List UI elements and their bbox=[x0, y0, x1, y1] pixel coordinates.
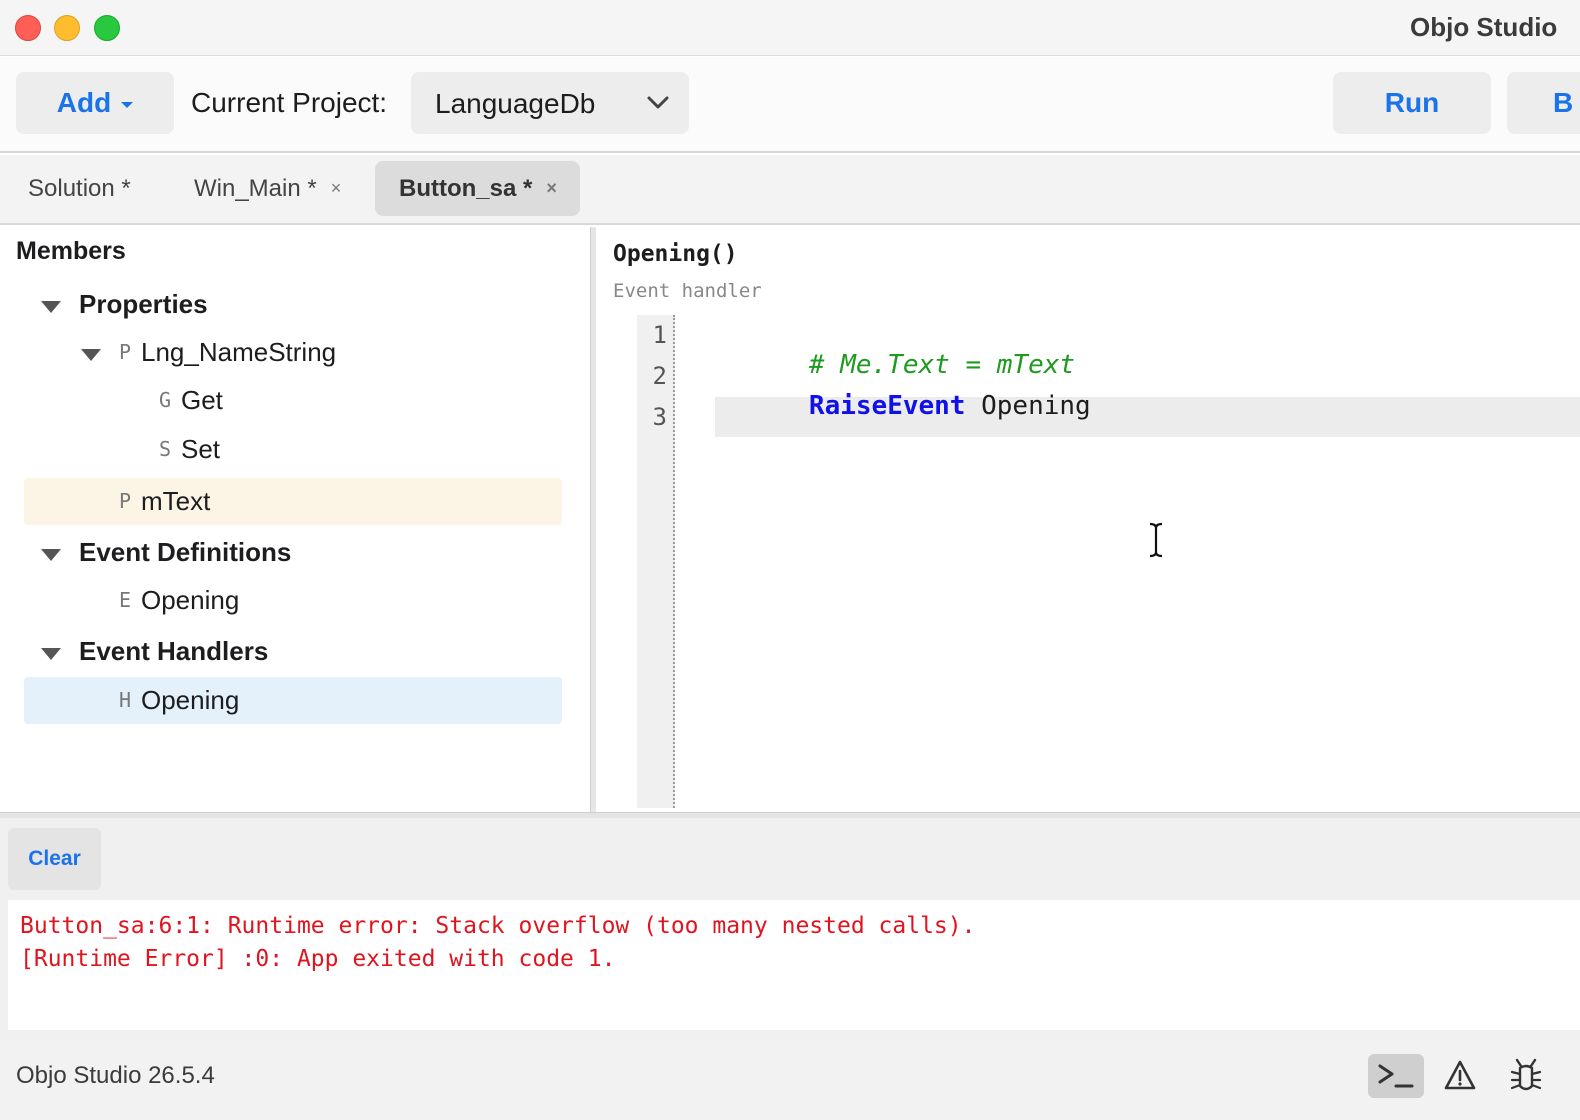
tree-group-label: Properties bbox=[79, 289, 208, 319]
tree-group-label: Event Definitions bbox=[79, 537, 292, 567]
tree-group-event-definitions[interactable]: Event Definitions bbox=[24, 529, 562, 576]
terminal-icon[interactable] bbox=[1368, 1054, 1424, 1098]
bug-icon[interactable] bbox=[1498, 1054, 1554, 1098]
line-number-gutter: 1 2 3 bbox=[637, 315, 675, 808]
tab-win-main[interactable]: Win_Main * × bbox=[194, 161, 341, 216]
tree-item-event-opening[interactable]: E Opening bbox=[24, 577, 562, 624]
line-number: 1 bbox=[652, 321, 667, 349]
title-bar: Objo Studio bbox=[0, 0, 1580, 56]
tree-group-label: Event Handlers bbox=[79, 636, 269, 666]
disclosure-triangle-icon[interactable] bbox=[41, 549, 61, 561]
line-number: 3 bbox=[652, 403, 667, 431]
tree-item-label: Set bbox=[181, 434, 221, 464]
toolbar: Add Current Project: LanguageDb Run B bbox=[0, 57, 1580, 153]
close-tab-icon[interactable]: × bbox=[331, 178, 342, 199]
members-panel: Members Properties P Lng_NameString G Ge… bbox=[0, 227, 590, 812]
status-bar: Objo Studio 26.5.4 bbox=[0, 1040, 1580, 1120]
warning-icon[interactable] bbox=[1432, 1054, 1488, 1098]
method-kind-subtitle: Event handler bbox=[613, 280, 762, 302]
tab-label: Solution * bbox=[28, 174, 131, 202]
setter-kind-icon: S bbox=[159, 437, 172, 461]
tree-item-label: Opening bbox=[141, 585, 240, 615]
chevron-down-icon bbox=[647, 96, 669, 109]
zoom-window-button[interactable] bbox=[94, 15, 120, 41]
tree-item-get[interactable]: G Get bbox=[24, 377, 562, 424]
disclosure-triangle-icon[interactable] bbox=[41, 648, 61, 660]
project-select-value: LanguageDb bbox=[435, 88, 596, 119]
method-signature: Opening() bbox=[613, 241, 738, 267]
tab-button-sa[interactable]: Button_sa * × bbox=[375, 161, 580, 216]
tree-group-properties[interactable]: Properties bbox=[24, 281, 562, 328]
add-button[interactable]: Add bbox=[16, 72, 174, 134]
code-line-2[interactable]: RaiseEvent Opening bbox=[715, 361, 1091, 451]
tab-label: Win_Main * bbox=[194, 174, 317, 202]
app-version: Objo Studio 26.5.4 bbox=[16, 1062, 215, 1089]
property-kind-icon: P bbox=[119, 489, 132, 513]
run-button[interactable]: Run bbox=[1333, 72, 1491, 134]
current-project-label: Current Project: bbox=[191, 87, 388, 118]
disclosure-triangle-icon[interactable] bbox=[81, 349, 101, 361]
event-kind-icon: E bbox=[119, 588, 132, 612]
console-error-line: [Runtime Error] :0: App exited with code… bbox=[20, 946, 616, 972]
code-identifier: Opening bbox=[965, 391, 1091, 421]
app-window: Objo Studio Add Current Project: Languag… bbox=[0, 0, 1580, 1120]
line-number: 2 bbox=[652, 362, 667, 390]
tree-group-event-handlers[interactable]: Event Handlers bbox=[24, 628, 562, 675]
property-kind-icon: P bbox=[119, 340, 132, 364]
tab-label: Button_sa * bbox=[399, 174, 533, 202]
disclosure-triangle-icon[interactable] bbox=[41, 301, 61, 313]
tree-item-lng-namestring[interactable]: P Lng_NameString bbox=[24, 329, 562, 376]
handler-kind-icon: H bbox=[119, 688, 132, 712]
clear-console-button[interactable]: Clear bbox=[8, 828, 101, 890]
console-output[interactable]: Button_sa:6:1: Runtime error: Stack over… bbox=[8, 900, 1580, 1030]
tab-solution[interactable]: Solution * bbox=[28, 161, 131, 216]
tab-bar: Solution * Win_Main * × Button_sa * × bbox=[0, 155, 1580, 225]
close-tab-icon[interactable]: × bbox=[546, 178, 557, 199]
text-cursor-icon bbox=[1149, 522, 1163, 558]
tree-item-label: Lng_NameString bbox=[141, 337, 337, 367]
getter-kind-icon: G bbox=[159, 388, 172, 412]
project-select[interactable]: LanguageDb bbox=[411, 72, 689, 134]
tree-item-label: Opening bbox=[141, 685, 240, 715]
members-title: Members bbox=[16, 237, 126, 265]
minimize-window-button[interactable] bbox=[54, 15, 80, 41]
window-title: Objo Studio bbox=[1410, 12, 1558, 42]
add-button-label: Add bbox=[56, 87, 112, 118]
code-keyword: RaiseEvent bbox=[808, 391, 966, 421]
console-error-line: Button_sa:6:1: Runtime error: Stack over… bbox=[20, 913, 976, 939]
code-editor[interactable]: Opening() Event handler 1 2 3 # Me.Text … bbox=[597, 227, 1580, 812]
vertical-splitter[interactable] bbox=[590, 227, 596, 812]
caret-down-icon bbox=[121, 101, 134, 108]
tree-item-set[interactable]: S Set bbox=[24, 426, 562, 473]
b-button[interactable]: B bbox=[1507, 72, 1580, 134]
tree-item-mtext[interactable]: P mText bbox=[24, 478, 562, 525]
console-panel: Clear Button_sa:6:1: Runtime error: Stac… bbox=[0, 818, 1580, 1040]
tree-item-label: mText bbox=[141, 486, 211, 516]
tree-item-handler-opening[interactable]: H Opening bbox=[24, 677, 562, 724]
tree-item-label: Get bbox=[181, 385, 223, 415]
close-window-button[interactable] bbox=[15, 15, 41, 41]
